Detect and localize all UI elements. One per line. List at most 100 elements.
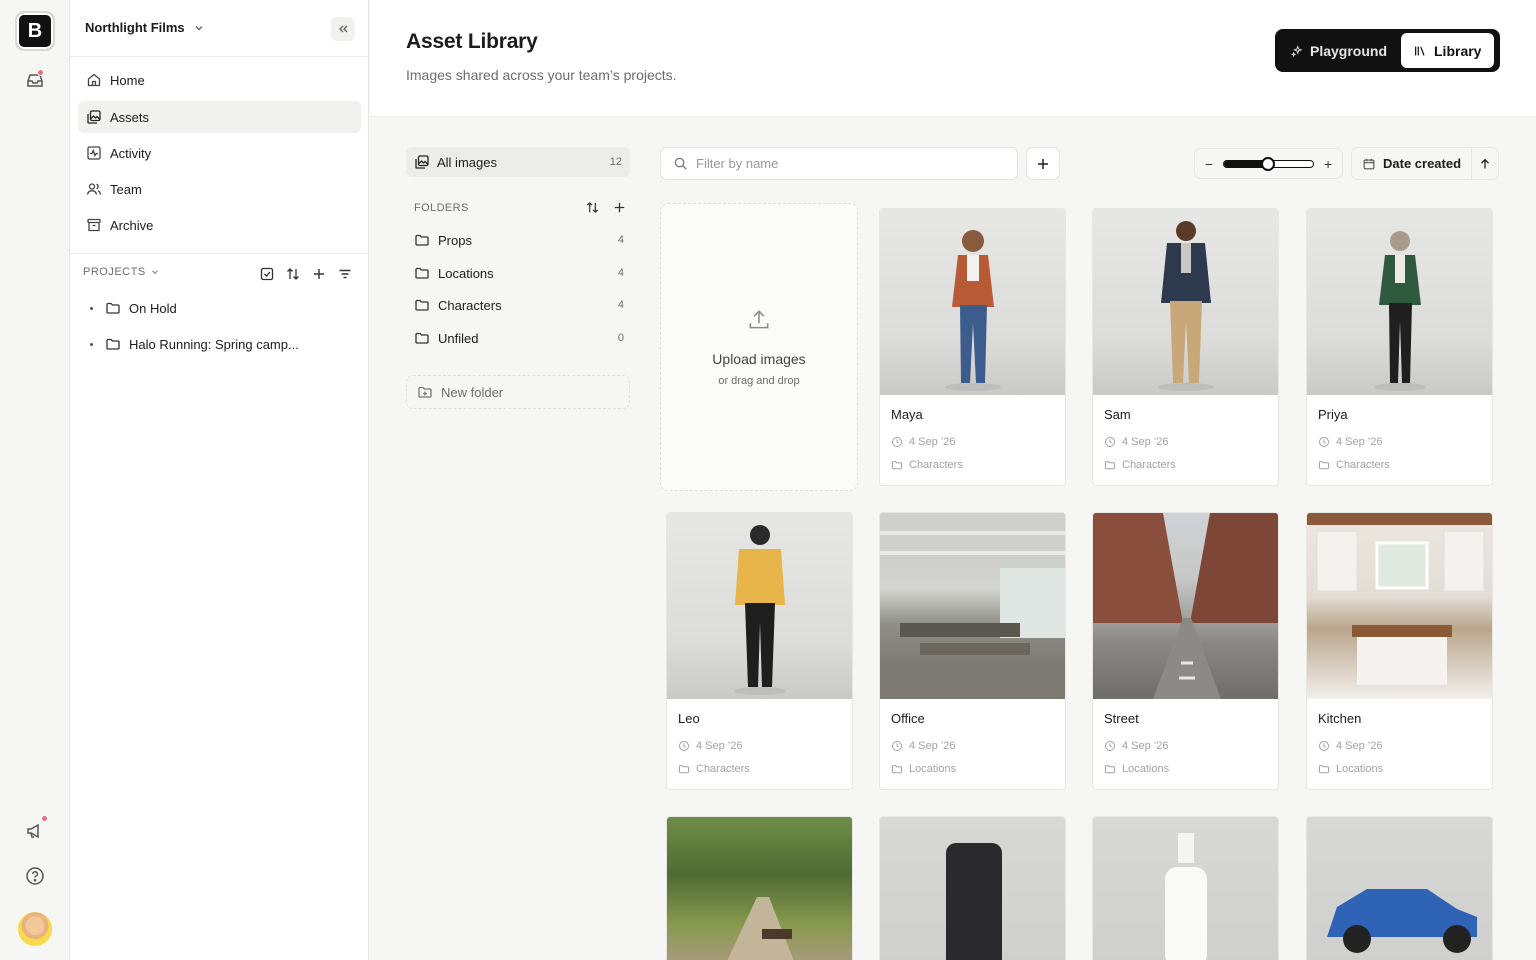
select-icon[interactable] [259, 266, 275, 282]
asset-folder-label: Characters [696, 763, 750, 775]
folder-icon [106, 338, 120, 350]
nav-archive[interactable]: Archive [78, 209, 361, 241]
app-logo[interactable]: B [15, 11, 55, 51]
sort-icon[interactable] [585, 200, 600, 215]
search-input[interactable] [696, 156, 996, 171]
clock-icon [679, 741, 689, 751]
sort-direction-button[interactable] [1472, 157, 1498, 171]
projects-heading[interactable]: PROJECTS [83, 266, 160, 278]
asset-card[interactable] [1306, 816, 1493, 960]
asset-card[interactable]: Street 4 Sep ’26 Locations [1092, 512, 1279, 790]
upload-dropzone[interactable]: Upload images or drag and drop [660, 203, 858, 491]
asset-card[interactable]: Office 4 Sep ’26 Locations [879, 512, 1066, 790]
folder-icon [415, 234, 429, 246]
sort-icon[interactable] [285, 266, 301, 282]
all-images-item[interactable]: All images 12 [406, 147, 630, 177]
zoom-slider-handle[interactable] [1261, 156, 1276, 171]
asset-card[interactable] [1092, 816, 1279, 960]
all-images-count: 12 [609, 156, 622, 168]
sort-label: Date created [1383, 156, 1462, 171]
search-field[interactable] [660, 147, 1018, 180]
asset-folder: Locations [1104, 763, 1169, 775]
asset-card[interactable]: Sam 4 Sep ’26 Characters [1092, 208, 1279, 486]
help-icon[interactable] [23, 864, 47, 888]
sort-control: Date created [1351, 147, 1499, 180]
zoom-in-button[interactable]: + [1322, 156, 1334, 172]
page-title: Asset Library [406, 30, 538, 53]
project-item-on-hold[interactable]: On Hold [90, 300, 177, 316]
clock-icon [892, 437, 902, 447]
clock-icon [1105, 741, 1115, 751]
add-asset-button[interactable] [1026, 147, 1060, 180]
asset-card[interactable] [879, 816, 1066, 960]
asset-name: Office [891, 711, 925, 726]
asset-date: 4 Sep ’26 [1104, 436, 1168, 448]
asset-date-label: 4 Sep ’26 [909, 436, 956, 448]
folder-icon [892, 461, 902, 470]
folder-count: 4 [617, 267, 624, 279]
collapse-sidebar-button[interactable] [331, 17, 355, 41]
new-folder-button[interactable]: New folder [406, 375, 630, 409]
asset-date: 4 Sep ’26 [1318, 740, 1382, 752]
mode-switch: Playground Library [1275, 29, 1500, 72]
folders-heading: FOLDERS [414, 202, 469, 214]
asset-date: 4 Sep ’26 [1318, 436, 1382, 448]
asset-folder: Locations [1318, 763, 1383, 775]
asset-thumbnail [1307, 817, 1492, 960]
images-icon [415, 155, 429, 169]
folder-item-locations[interactable]: Locations 4 [414, 265, 624, 281]
asset-folder: Locations [891, 763, 956, 775]
workspace-name: Northlight Films [85, 20, 185, 35]
avatar[interactable] [18, 912, 52, 946]
folder-label: Characters [438, 297, 502, 313]
asset-date-label: 4 Sep ’26 [1122, 436, 1169, 448]
asset-folder: Characters [678, 763, 750, 775]
projects-toolbar [259, 266, 353, 282]
nav-team[interactable]: Team [78, 173, 361, 205]
clock-icon [1105, 437, 1115, 447]
asset-folder-label: Locations [1336, 763, 1384, 775]
images-icon [87, 110, 101, 124]
plus-icon [1038, 158, 1048, 169]
home-icon [87, 73, 101, 87]
asset-date: 4 Sep ’26 [1104, 740, 1168, 752]
zoom-out-button[interactable]: − [1203, 156, 1215, 172]
filter-icon[interactable] [337, 266, 353, 282]
notification-dot [41, 815, 48, 822]
folder-item-props[interactable]: Props 4 [414, 232, 624, 248]
asset-date-label: 4 Sep ’26 [696, 740, 743, 752]
asset-card[interactable]: Kitchen 4 Sep ’26 Locations [1306, 512, 1493, 790]
mode-library-button[interactable]: Library [1401, 33, 1494, 68]
asset-card[interactable]: Leo 4 Sep ’26 Characters [666, 512, 853, 790]
library-icon [1415, 46, 1425, 56]
asset-folder-label: Characters [909, 459, 963, 471]
asset-card[interactable]: Priya 4 Sep ’26 Characters [1306, 208, 1493, 486]
page-subtitle: Images shared across your team’s project… [406, 67, 677, 83]
mode-playground-button[interactable]: Playground [1279, 33, 1399, 68]
nav-label: Home [110, 72, 145, 88]
asset-card[interactable] [666, 816, 853, 960]
asset-folder-label: Characters [1122, 459, 1176, 471]
folder-plus-icon [418, 386, 432, 398]
announcements-icon[interactable] [23, 815, 48, 843]
nav-activity[interactable]: Activity [78, 137, 361, 169]
asset-card[interactable]: Maya 4 Sep ’26 Characters [879, 208, 1066, 486]
mode-label: Playground [1309, 42, 1387, 59]
notification-dot [37, 69, 44, 76]
sort-field-button[interactable]: Date created [1352, 148, 1473, 179]
asset-date: 4 Sep ’26 [678, 740, 742, 752]
clock-icon [1319, 741, 1329, 751]
archive-icon [87, 218, 101, 232]
plus-icon[interactable] [311, 266, 327, 282]
project-item-halo-running[interactable]: Halo Running: Spring camp... [90, 336, 299, 352]
nav-assets[interactable]: Assets [78, 101, 361, 133]
zoom-slider[interactable] [1222, 156, 1315, 171]
nav-home[interactable]: Home [78, 64, 361, 96]
folder-item-unfiled[interactable]: Unfiled 0 [414, 330, 624, 346]
folder-icon [415, 299, 429, 311]
plus-icon[interactable] [612, 200, 627, 215]
workspace-switcher[interactable]: Northlight Films [85, 20, 205, 35]
inbox-icon[interactable] [23, 68, 47, 92]
folder-label: Unfiled [438, 330, 479, 346]
folder-item-characters[interactable]: Characters 4 [414, 297, 624, 313]
